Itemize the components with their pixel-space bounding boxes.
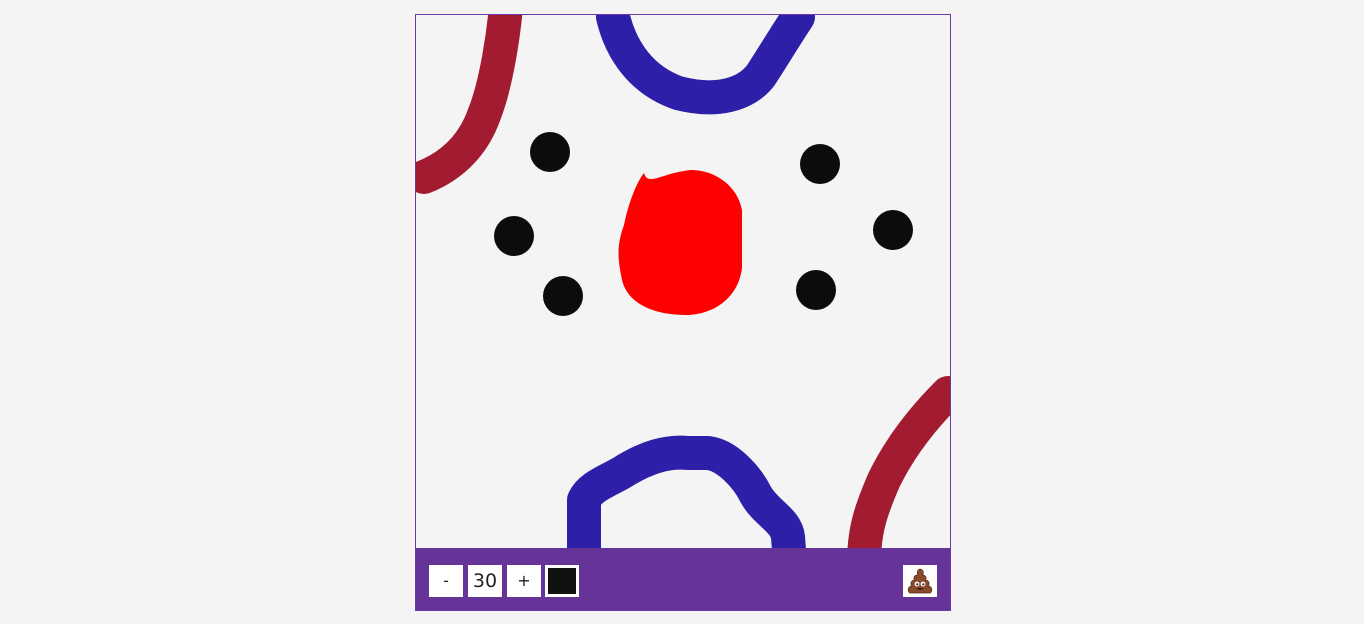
black-dot bbox=[543, 276, 583, 316]
stroke-blue-bottom bbox=[567, 435, 806, 548]
color-picker[interactable] bbox=[545, 565, 579, 597]
black-dot bbox=[873, 210, 913, 250]
drawing-canvas[interactable] bbox=[416, 15, 950, 548]
poop-emoji-icon bbox=[907, 568, 933, 594]
toolbar: - + bbox=[416, 548, 950, 610]
stroke-dark-red-top-left bbox=[416, 15, 523, 194]
black-dot bbox=[530, 132, 570, 172]
decrease-brush-size-button[interactable]: - bbox=[429, 565, 463, 597]
stroke-dark-red-bottom-right bbox=[847, 376, 950, 548]
increase-brush-size-button[interactable]: + bbox=[507, 565, 541, 597]
black-dot bbox=[494, 216, 534, 256]
black-dot bbox=[800, 144, 840, 184]
drawing-app: - + bbox=[415, 14, 951, 611]
stroke-blue-top bbox=[596, 15, 815, 115]
clear-canvas-button[interactable] bbox=[903, 565, 937, 597]
current-color-swatch bbox=[548, 568, 576, 594]
red-nose-blob bbox=[618, 170, 742, 315]
black-dot bbox=[796, 270, 836, 310]
brush-size-input[interactable] bbox=[468, 565, 502, 597]
